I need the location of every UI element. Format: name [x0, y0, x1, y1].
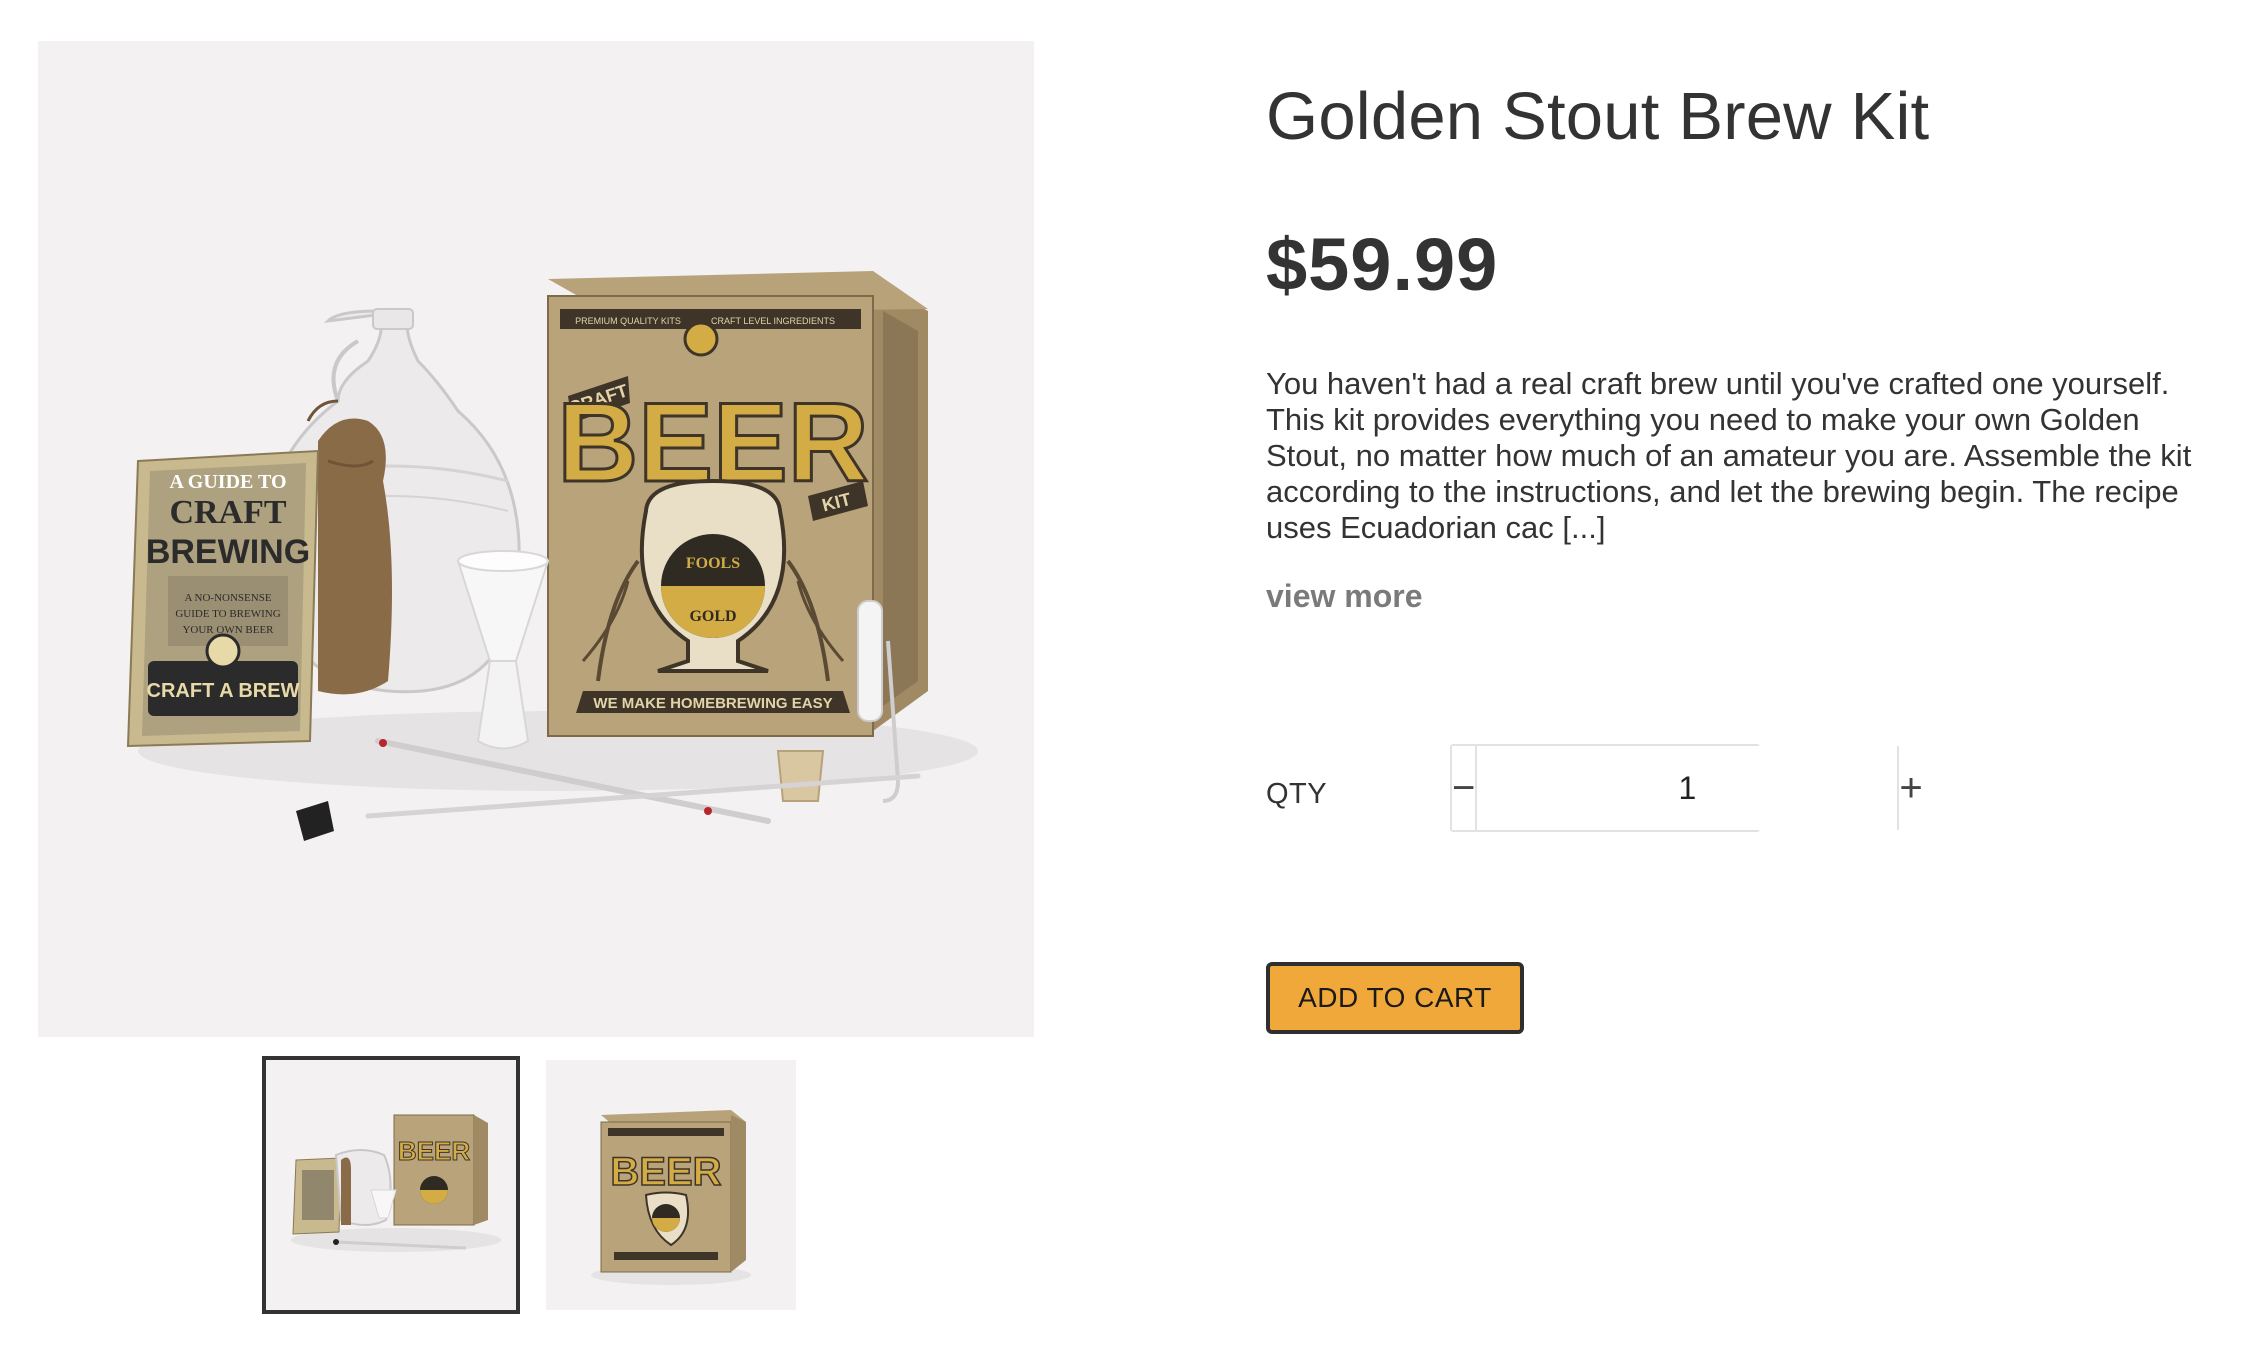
- thumbnail-kit-box[interactable]: BEER: [546, 1060, 796, 1310]
- svg-text:BREWING: BREWING: [146, 533, 310, 571]
- svg-text:GUIDE TO BREWING: GUIDE TO BREWING: [175, 608, 280, 620]
- svg-text:A NO-NONSENSE: A NO-NONSENSE: [184, 592, 271, 604]
- beer-kit-illustration: A GUIDE TO CRAFT BREWING A NO-NONSENSE G…: [126, 271, 978, 841]
- svg-text:CRAFT LEVEL INGREDIENTS: CRAFT LEVEL INGREDIENTS: [711, 316, 835, 326]
- product-title: Golden Stout Brew Kit: [1266, 79, 1930, 154]
- quantity-input[interactable]: [1477, 746, 1898, 830]
- quantity-label: QTY: [1266, 778, 1328, 810]
- svg-text:CRAFT: CRAFT: [169, 494, 286, 531]
- product-price: $59.99: [1266, 223, 1499, 306]
- kit-contents-thumb-image: BEER: [291, 1114, 501, 1252]
- svg-text:BEER: BEER: [610, 1150, 721, 1194]
- product-description: You haven't had a real craft brew until …: [1266, 366, 2192, 545]
- guide-booklet: A GUIDE TO CRAFT BREWING A NO-NONSENSE G…: [126, 449, 320, 748]
- svg-text:A GUIDE TO: A GUIDE TO: [169, 471, 286, 493]
- product-page: A GUIDE TO CRAFT BREWING A NO-NONSENSE G…: [0, 0, 2262, 1356]
- svg-text:WE MAKE HOMEBREWING EASY: WE MAKE HOMEBREWING EASY: [593, 695, 832, 712]
- quantity-decrease-button[interactable]: −: [1452, 746, 1478, 830]
- main-product-image[interactable]: A GUIDE TO CRAFT BREWING A NO-NONSENSE G…: [38, 41, 1034, 1037]
- quantity-stepper: − +: [1450, 744, 1923, 832]
- quantity-increase-button[interactable]: +: [1897, 746, 1923, 830]
- kit-box-thumb-image: BEER: [591, 1110, 751, 1285]
- svg-text:FOOLS: FOOLS: [686, 555, 740, 572]
- svg-text:PREMIUM QUALITY KITS: PREMIUM QUALITY KITS: [575, 316, 681, 326]
- add-to-cart-button[interactable]: ADD TO CART: [1266, 962, 1524, 1034]
- thumbnail-kit-contents[interactable]: BEER: [262, 1056, 520, 1314]
- svg-text:BEER: BEER: [398, 1136, 470, 1166]
- thumbnail-strip: BEER BEER: [262, 1056, 796, 1314]
- burlap-bag: [306, 399, 392, 695]
- svg-text:YOUR OWN BEER: YOUR OWN BEER: [182, 624, 274, 636]
- svg-text:GOLD: GOLD: [689, 608, 736, 625]
- svg-text:CRAFT A BREW: CRAFT A BREW: [147, 680, 300, 702]
- view-more-link[interactable]: view more: [1266, 578, 1423, 615]
